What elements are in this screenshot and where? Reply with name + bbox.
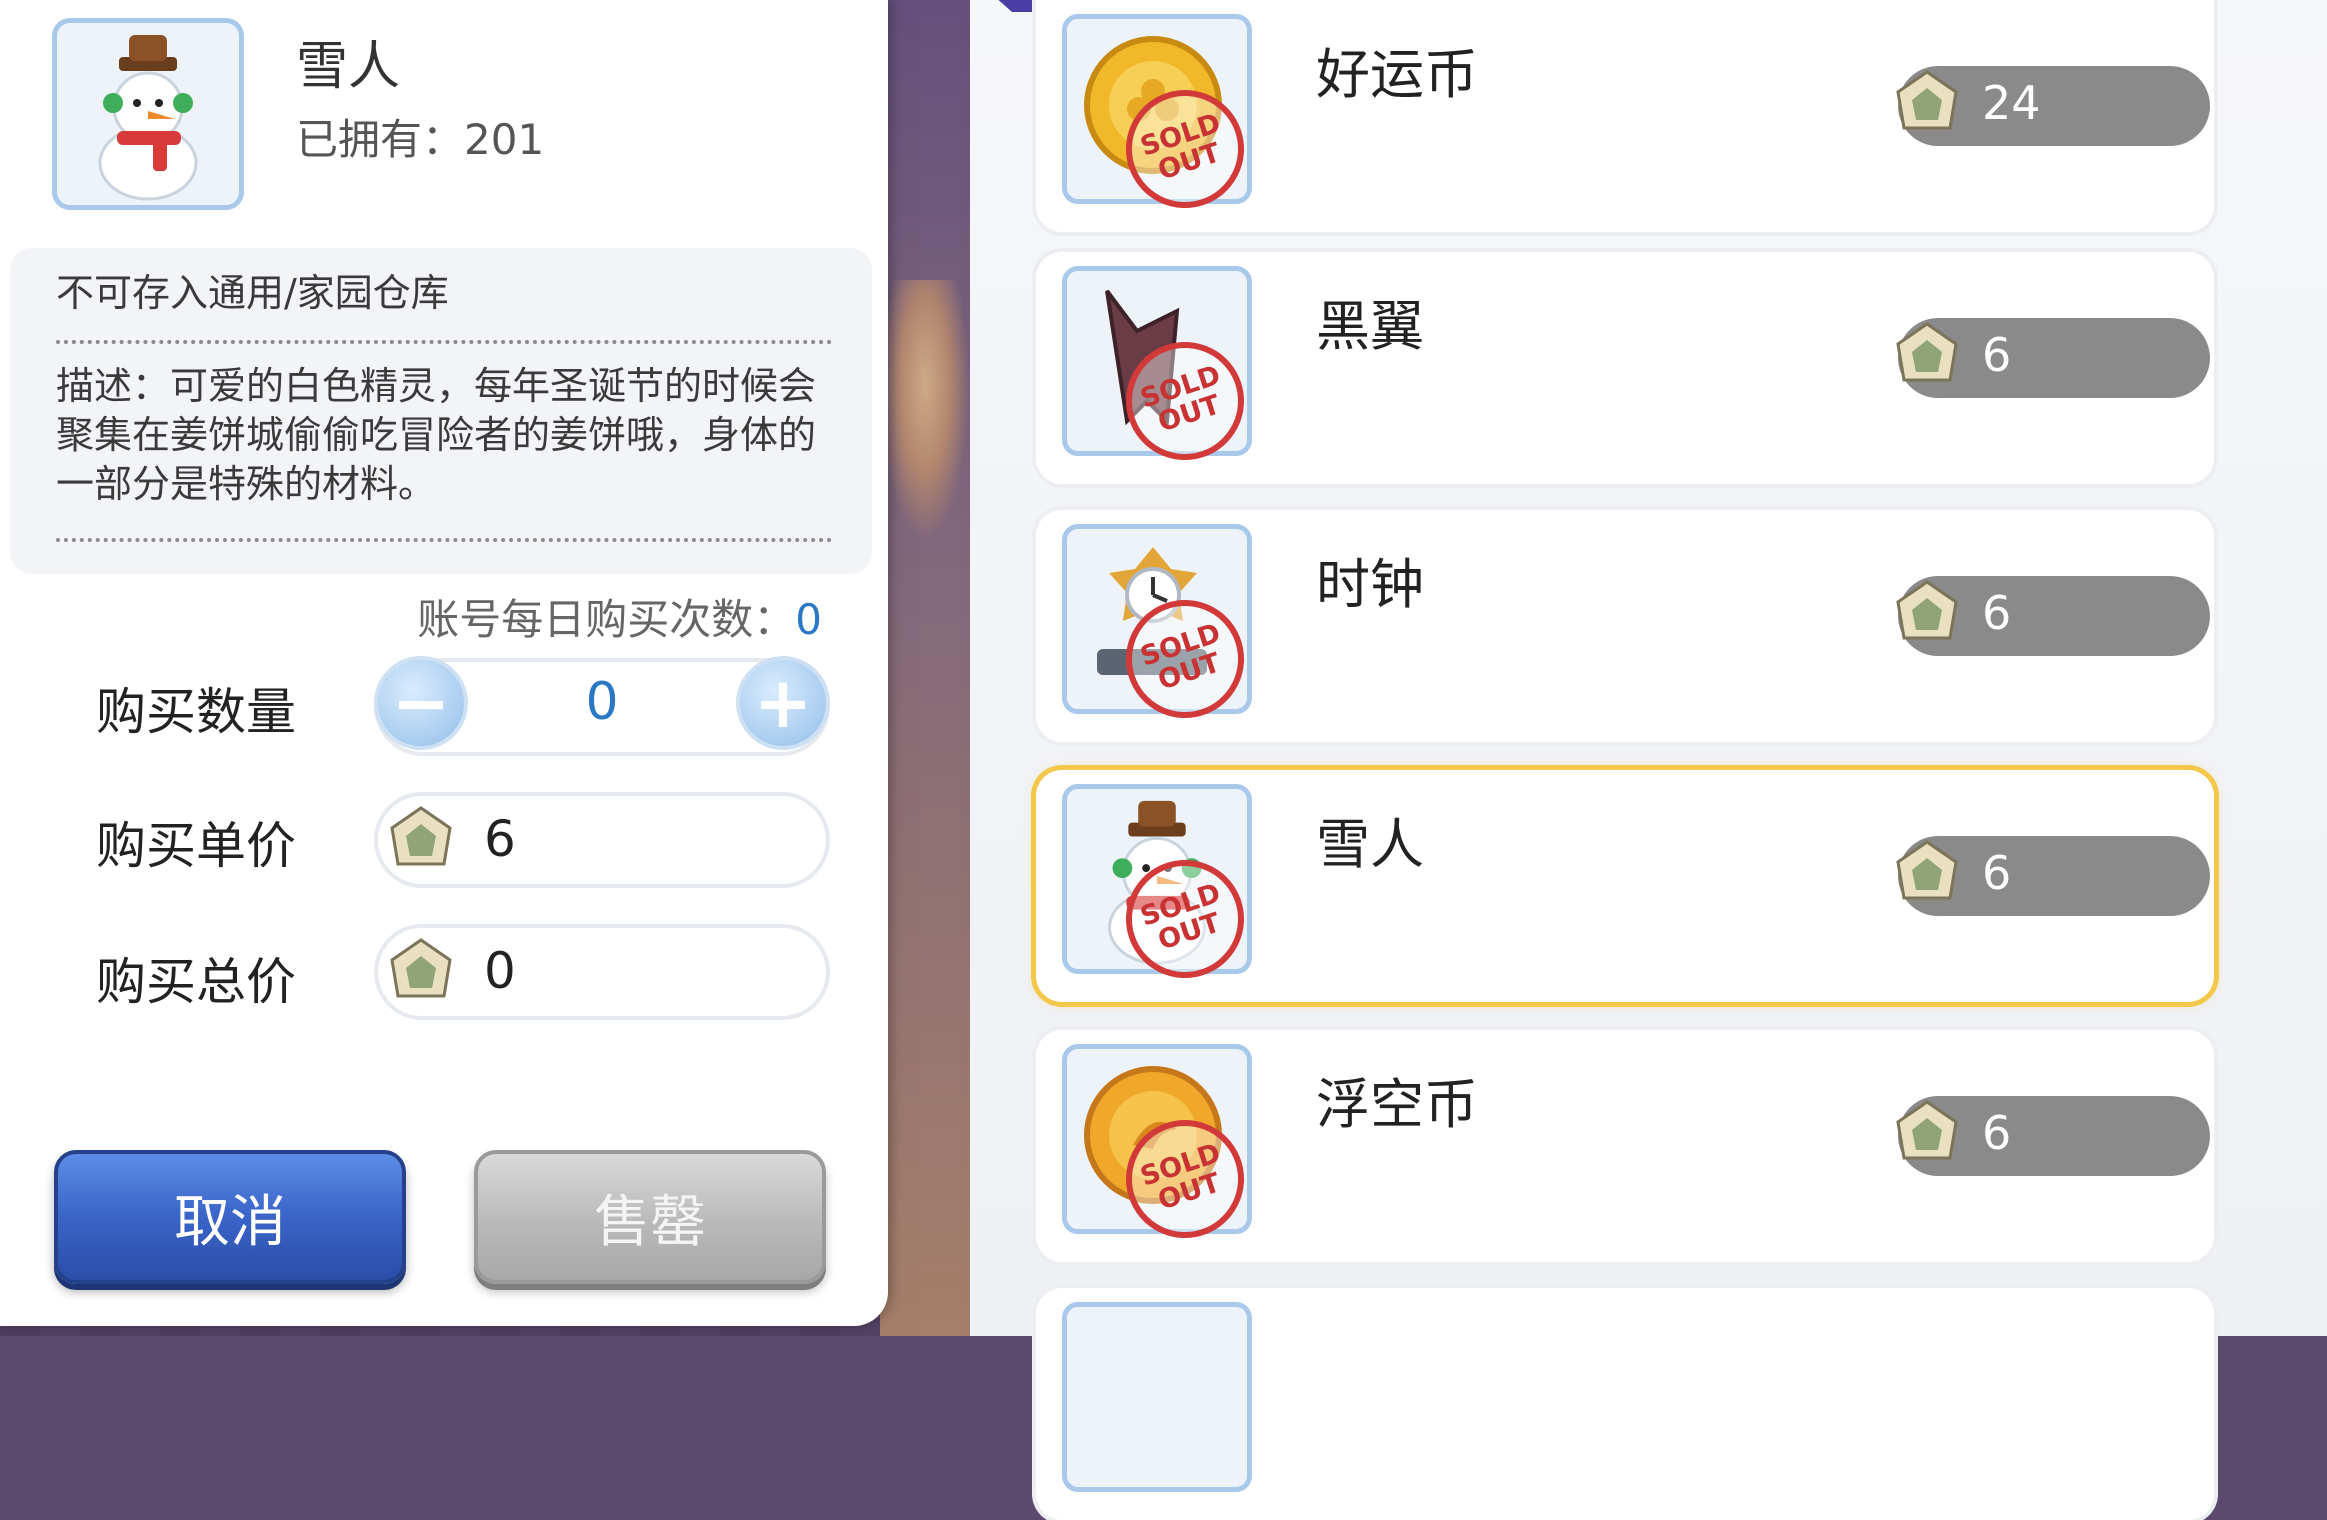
price-value: 6 <box>1982 846 2012 900</box>
daily-limit-count: 0 <box>795 595 822 644</box>
rune-stone-icon <box>1896 1100 1958 1160</box>
item-description: 描述：可爱的白色精灵，每年圣诞节的时候会聚集在姜饼城偷偷吃冒险者的姜饼哦，身体的… <box>56 364 817 506</box>
plus-icon: + <box>753 662 813 744</box>
price-tag: 6 <box>1896 1096 2210 1176</box>
rune-stone-icon <box>390 806 452 866</box>
daily-purchase-limit: 账号每日购买次数：0 <box>417 586 822 647</box>
rune-stone-icon <box>1896 322 1958 382</box>
price-value: 6 <box>1982 1106 2012 1160</box>
decrease-button[interactable]: − <box>374 656 468 750</box>
shop-item-row[interactable]: SOLD OUT 时钟 6 <box>1036 510 2214 742</box>
price-tag: 6 <box>1896 576 2210 656</box>
total-price-label: 购买总价 <box>96 953 296 1011</box>
rune-stone-icon <box>1896 70 1958 130</box>
minus-icon: − <box>391 662 451 744</box>
shop-item-row[interactable]: SOLD OUT 浮空币 6 <box>1036 1030 2214 1262</box>
item-thumbnail <box>52 18 244 210</box>
divider <box>56 340 832 344</box>
quantity-label: 购买数量 <box>96 683 296 741</box>
price-tag: 6 <box>1896 836 2210 916</box>
description-box: 不可存入通用/家园仓库 描述：可爱的白色精灵，每年圣诞节的时候会聚集在姜饼城偷偷… <box>10 248 872 574</box>
price-tag: 24 <box>1896 66 2210 146</box>
total-price-value: 0 <box>484 942 516 1000</box>
quantity-value: 0 <box>585 672 619 732</box>
background-character <box>880 280 970 540</box>
divider <box>56 538 832 542</box>
sold-out-button[interactable]: 售罄 <box>474 1150 826 1284</box>
shop-item-row-selected[interactable]: SOLD OUT 雪人 6 <box>1036 770 2214 1002</box>
shop-item-row[interactable] <box>1036 1288 2214 1520</box>
shop-item-row[interactable]: SOLD OUT 好运币 24 <box>1036 0 2214 232</box>
storage-note: 不可存入通用/家园仓库 <box>56 271 449 315</box>
price-value: 6 <box>1982 586 2012 640</box>
shop-list-panel: SOLD OUT 好运币 24 SOLD OUT 黑翼 6 SOLD OUT 时… <box>970 0 2327 1520</box>
quantity-stepper: − 0 + <box>374 656 830 756</box>
price-value: 24 <box>1982 76 2041 130</box>
item-name: 时钟 <box>1316 553 1424 616</box>
increase-button[interactable]: + <box>736 656 830 750</box>
rune-stone-icon <box>1896 840 1958 900</box>
item-name: 好运币 <box>1316 43 1478 106</box>
price-tag: 6 <box>1896 318 2210 398</box>
item-title: 雪人 <box>296 37 401 97</box>
unit-price-field: 6 <box>374 792 830 888</box>
item-name: 雪人 <box>1316 813 1424 876</box>
owned-count: 已拥有：201 <box>296 115 545 164</box>
snowman-icon <box>98 35 198 201</box>
rune-stone-icon <box>1896 580 1958 640</box>
shop-item-row[interactable]: SOLD OUT 黑翼 6 <box>1036 252 2214 484</box>
daily-limit-label: 账号每日购买次数： <box>417 595 796 644</box>
unit-price-value: 6 <box>484 810 516 868</box>
item-thumbnail <box>1062 1302 1252 1492</box>
cancel-button[interactable]: 取消 <box>54 1150 406 1284</box>
item-name: 黑翼 <box>1316 295 1424 358</box>
price-value: 6 <box>1982 328 2012 382</box>
unit-price-label: 购买单价 <box>96 817 296 875</box>
item-name: 浮空币 <box>1316 1073 1478 1136</box>
rune-stone-icon <box>390 938 452 998</box>
total-price-field: 0 <box>374 924 830 1020</box>
item-detail-panel: 雪人 已拥有：201 不可存入通用/家园仓库 描述：可爱的白色精灵，每年圣诞节的… <box>0 0 888 1326</box>
